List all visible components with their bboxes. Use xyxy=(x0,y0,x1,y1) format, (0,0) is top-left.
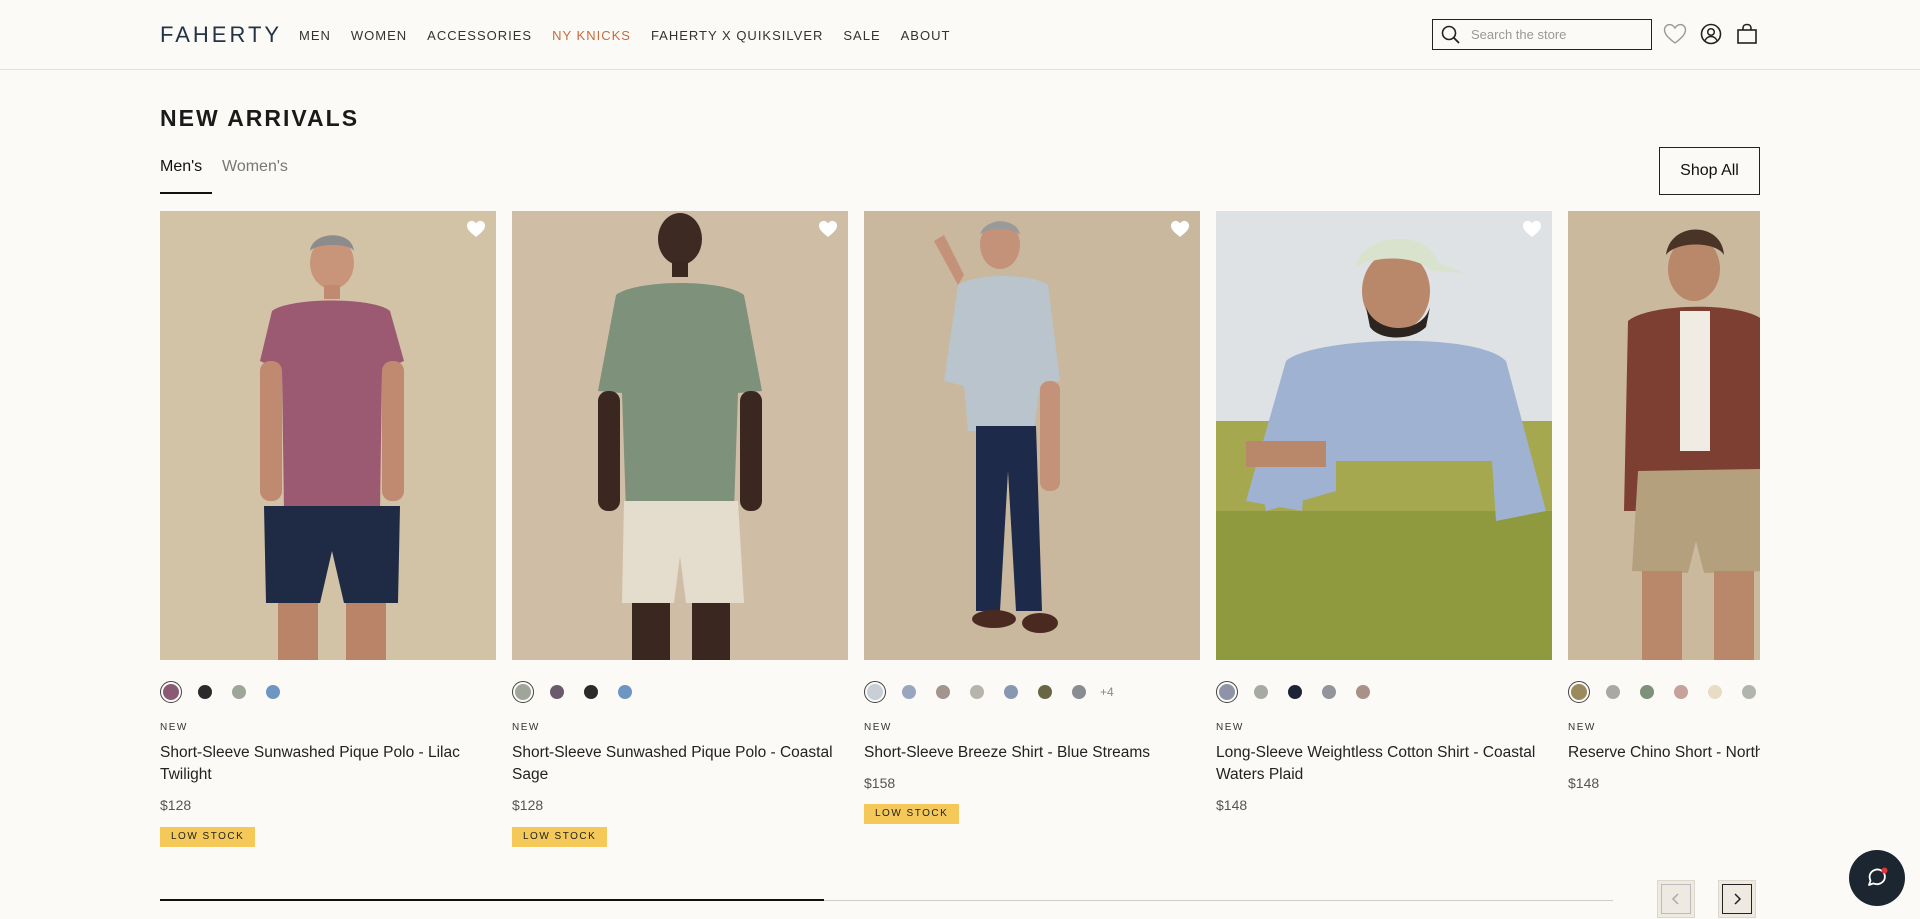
product-name[interactable]: Short-Sleeve Sunwashed Pique Polo - Lila… xyxy=(160,742,496,786)
wishlist-heart-icon[interactable] xyxy=(1170,220,1190,238)
cart-button[interactable] xyxy=(1734,21,1760,47)
nav-women[interactable]: WOMEN xyxy=(351,28,407,43)
color-swatch[interactable] xyxy=(160,681,182,703)
color-swatch[interactable] xyxy=(232,685,246,699)
color-swatch[interactable] xyxy=(1606,685,1620,699)
low-stock-badge: LOW STOCK xyxy=(512,827,608,847)
main-nav: MEN WOMEN ACCESSORIES NY KNICKS FAHERTY … xyxy=(299,28,970,43)
low-stock-badge: LOW STOCK xyxy=(864,804,960,824)
color-swatch[interactable] xyxy=(1356,685,1370,699)
new-tag: NEW xyxy=(1568,722,1596,733)
wishlist-heart-icon[interactable] xyxy=(466,220,486,238)
color-swatches xyxy=(1216,681,1390,703)
color-swatch[interactable] xyxy=(1640,685,1654,699)
tab-mens[interactable]: Men's xyxy=(160,158,202,176)
product-price: $148 xyxy=(1216,797,1248,813)
color-swatches xyxy=(512,681,652,703)
color-swatch[interactable] xyxy=(1288,685,1302,699)
search-icon xyxy=(1441,25,1460,44)
color-swatch[interactable] xyxy=(1322,685,1336,699)
account-icon xyxy=(1700,23,1722,45)
color-swatch[interactable] xyxy=(618,685,632,699)
product-price: $128 xyxy=(160,797,192,813)
color-swatch[interactable] xyxy=(584,685,598,699)
color-swatch[interactable] xyxy=(1038,685,1052,699)
chat-icon xyxy=(1868,867,1888,886)
carousel-scrollbar-thumb[interactable] xyxy=(160,899,825,901)
product-image[interactable] xyxy=(1568,211,1760,660)
color-swatch[interactable] xyxy=(1004,685,1018,699)
color-swatch[interactable] xyxy=(1674,685,1688,699)
new-tag: NEW xyxy=(512,722,540,733)
color-swatch[interactable] xyxy=(198,685,212,699)
chevron-left-icon xyxy=(1671,893,1679,905)
color-swatch[interactable] xyxy=(266,685,280,699)
wishlist-heart-icon[interactable] xyxy=(818,220,838,238)
product-name[interactable]: Long-Sleeve Weightless Cotton Shirt - Co… xyxy=(1216,742,1552,786)
carousel-next-button[interactable] xyxy=(1718,880,1756,918)
color-swatch[interactable] xyxy=(864,681,886,703)
color-swatch[interactable] xyxy=(970,685,984,699)
product-image[interactable] xyxy=(1216,211,1552,660)
section-title: NEW ARRIVALS xyxy=(160,105,360,131)
color-swatch[interactable] xyxy=(1216,681,1238,703)
product-image[interactable] xyxy=(512,211,848,660)
product-carousel: NEW Short-Sleeve Sunwashed Pique Polo - … xyxy=(160,211,1760,861)
tab-womens[interactable]: Women's xyxy=(222,158,288,176)
color-swatches xyxy=(1568,681,1760,703)
color-swatch[interactable] xyxy=(1742,685,1756,699)
color-swatch[interactable] xyxy=(1072,685,1086,699)
wishlist-button[interactable] xyxy=(1662,21,1688,47)
nav-faherty-x-quiksilver[interactable]: FAHERTY X QUIKSILVER xyxy=(651,28,823,43)
color-swatch[interactable] xyxy=(1568,681,1590,703)
product-price: $158 xyxy=(864,775,896,791)
heart-icon xyxy=(1663,23,1687,44)
product-price: $128 xyxy=(512,797,544,813)
nav-ny-knicks[interactable]: NY KNICKS xyxy=(552,28,631,43)
product-image[interactable] xyxy=(864,211,1200,660)
product-price: $148 xyxy=(1568,775,1600,791)
nav-men[interactable]: MEN xyxy=(299,28,331,43)
product-name[interactable]: Short-Sleeve Breeze Shirt - Blue Streams xyxy=(864,742,1200,764)
site-header: FAHERTY MEN WOMEN ACCESSORIES NY KNICKS … xyxy=(0,0,1920,70)
wishlist-heart-icon[interactable] xyxy=(1522,220,1542,238)
nav-accessories[interactable]: ACCESSORIES xyxy=(427,28,532,43)
low-stock-badge: LOW STOCK xyxy=(160,827,256,847)
account-button[interactable] xyxy=(1698,21,1724,47)
chevron-right-icon xyxy=(1734,893,1742,905)
color-swatches xyxy=(160,681,300,703)
product-name[interactable]: Reserve Chino Short - North xyxy=(1568,742,1760,764)
color-swatch[interactable] xyxy=(936,685,950,699)
bag-icon xyxy=(1737,23,1757,44)
brand-logo[interactable]: FAHERTY xyxy=(160,22,282,48)
nav-about[interactable]: ABOUT xyxy=(901,28,951,43)
chat-button[interactable] xyxy=(1849,850,1905,906)
search-input[interactable] xyxy=(1471,27,1641,42)
color-swatch[interactable] xyxy=(550,685,564,699)
search-box[interactable] xyxy=(1432,19,1652,50)
color-swatches: +4 xyxy=(864,681,1114,703)
more-colors-count[interactable]: +4 xyxy=(1100,685,1114,699)
product-image[interactable] xyxy=(160,211,496,660)
color-swatch[interactable] xyxy=(902,685,916,699)
nav-sale[interactable]: SALE xyxy=(843,28,880,43)
color-swatch[interactable] xyxy=(1708,685,1722,699)
new-tag: NEW xyxy=(1216,722,1244,733)
active-tab-indicator xyxy=(160,192,212,194)
shop-all-button[interactable]: Shop All xyxy=(1659,147,1760,195)
carousel-prev-button[interactable] xyxy=(1657,880,1695,918)
new-tag: NEW xyxy=(864,722,892,733)
color-swatch[interactable] xyxy=(1254,685,1268,699)
color-swatch[interactable] xyxy=(512,681,534,703)
product-name[interactable]: Short-Sleeve Sunwashed Pique Polo - Coas… xyxy=(512,742,848,786)
new-tag: NEW xyxy=(160,722,188,733)
